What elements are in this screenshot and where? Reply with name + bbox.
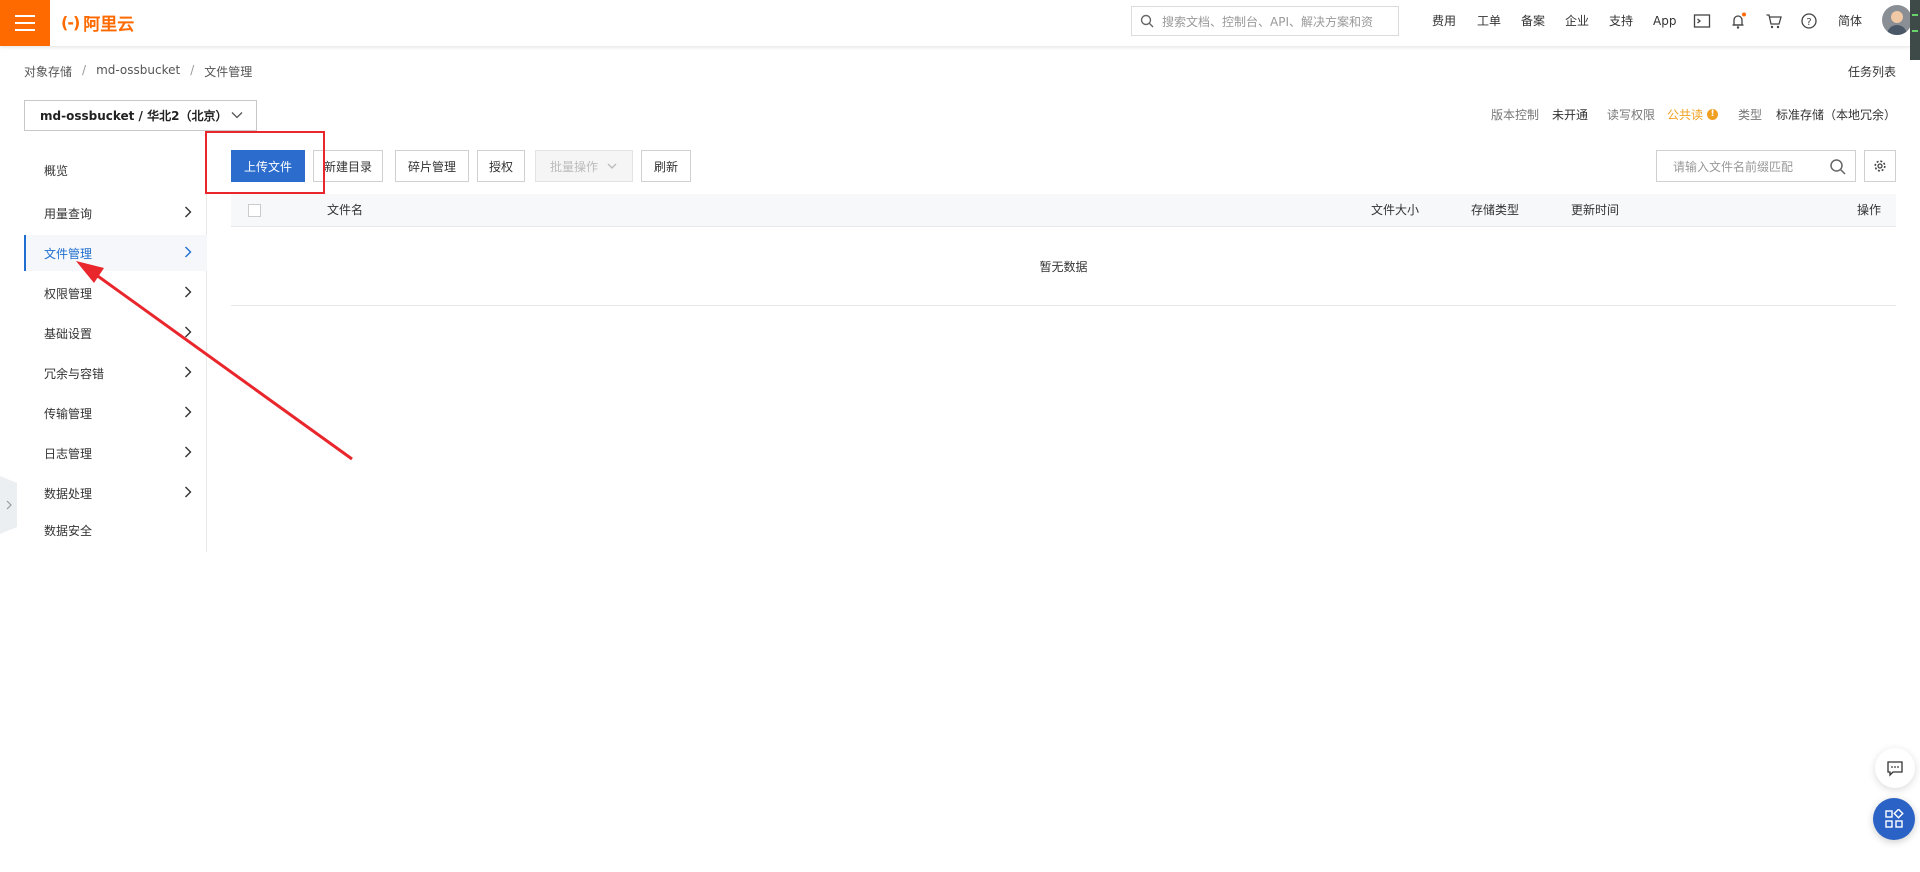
chevron-right-icon: [185, 286, 192, 298]
sidebar-item-data-processing[interactable]: 数据处理: [24, 475, 207, 511]
sidebar-item-redundancy[interactable]: 冗余与容错: [24, 355, 207, 391]
breadcrumb-bucket[interactable]: md-ossbucket: [96, 63, 180, 80]
app-grid-icon: [1885, 809, 1904, 828]
sidebar-item-label: 用量查询: [44, 206, 93, 221]
nav-app[interactable]: App: [1653, 0, 1676, 46]
chevron-right-icon: [185, 246, 192, 258]
sidebar-item-basic-settings[interactable]: 基础设置: [24, 315, 207, 351]
chat-icon: [1887, 761, 1903, 777]
global-search-placeholder: 搜索文档、控制台、API、解决方案和资: [1162, 14, 1373, 29]
column-header-updated-time[interactable]: 更新时间: [1571, 194, 1619, 227]
sidebar-collapse-toggle[interactable]: [0, 476, 17, 534]
sidebar-item-label: 概览: [44, 163, 69, 178]
terminal-icon[interactable]: [1693, 12, 1711, 30]
sidebar-item-overview[interactable]: 概览: [24, 152, 207, 188]
column-header-size[interactable]: 文件大小: [1371, 194, 1419, 227]
empty-state-text: 暂无数据: [1039, 259, 1088, 274]
avatar[interactable]: [1882, 5, 1912, 35]
menu-icon[interactable]: [0, 0, 50, 46]
column-header-filename[interactable]: 文件名: [327, 194, 363, 227]
upload-file-button[interactable]: 上传文件: [231, 150, 305, 182]
sidebar-item-label: 数据安全: [44, 523, 93, 538]
chevron-right-icon: [185, 366, 192, 378]
gear-icon: [1874, 160, 1886, 172]
breadcrumb-current: 文件管理: [204, 65, 253, 79]
sidebar-item-label: 冗余与容错: [44, 366, 105, 381]
storage-type-label: 类型: [1738, 108, 1763, 122]
logo-text: 阿里云: [83, 15, 135, 35]
breadcrumb-separator: /: [190, 63, 195, 77]
version-control-value: 未开通: [1552, 108, 1589, 122]
file-table-header: 文件名 文件大小 存储类型 更新时间 操作: [231, 194, 1896, 227]
nav-ticket[interactable]: 工单: [1477, 0, 1501, 46]
chevron-right-icon: [185, 326, 192, 338]
nav-support[interactable]: 支持: [1609, 0, 1633, 46]
language-switch[interactable]: 简体: [1838, 0, 1862, 46]
acl-value: 公共读 !: [1667, 106, 1719, 123]
storage-type-value: 标准存储（本地冗余）: [1776, 108, 1897, 122]
table-settings-button[interactable]: [1864, 150, 1896, 182]
annotation-arrow: [76, 261, 353, 461]
nav-billing[interactable]: 费用: [1432, 0, 1456, 46]
sidebar-item-label: 传输管理: [44, 406, 93, 421]
acl-label: 读写权限: [1607, 108, 1656, 122]
column-header-storage-class[interactable]: 存储类型: [1471, 194, 1519, 227]
column-header-actions: 操作: [1857, 203, 1882, 217]
sidebar-item-label: 日志管理: [44, 446, 93, 461]
table-empty-state: 暂无数据: [231, 227, 1896, 306]
side-widget-strip[interactable]: [1910, 0, 1920, 60]
breadcrumb: 对象存储 / md-ossbucket / 文件管理: [24, 63, 252, 80]
sidebar-item-transfer[interactable]: 传输管理: [24, 395, 207, 431]
sidebar-item-logs[interactable]: 日志管理: [24, 435, 207, 471]
feedback-chat-button[interactable]: [1875, 748, 1915, 788]
global-search-input[interactable]: 搜索文档、控制台、API、解决方案和资: [1131, 6, 1399, 36]
sidebar-item-label: 权限管理: [44, 286, 93, 301]
sidebar-item-label: 数据处理: [44, 486, 93, 501]
sidebar-item-label: 文件管理: [44, 246, 93, 261]
task-list-link[interactable]: 任务列表: [1848, 63, 1896, 80]
version-control-label: 版本控制: [1491, 108, 1540, 122]
app-grid-button[interactable]: [1873, 798, 1915, 840]
search-icon[interactable]: [1829, 158, 1847, 176]
refresh-button[interactable]: 刷新: [641, 150, 691, 182]
aliyun-logo-mark-icon: (-): [61, 13, 80, 32]
batch-operations-dropdown[interactable]: 批量操作: [535, 150, 633, 182]
breadcrumb-oss[interactable]: 对象存储: [24, 63, 72, 80]
new-directory-button[interactable]: 新建目录: [313, 150, 383, 182]
bucket-selector-value: md-ossbucket / 华北2（北京）: [40, 109, 228, 123]
nav-enterprise[interactable]: 企业: [1565, 0, 1589, 46]
sidebar-item-file-management[interactable]: 文件管理: [24, 235, 207, 271]
file-prefix-search-input[interactable]: 请输入文件名前缀匹配: [1656, 150, 1856, 182]
breadcrumb-separator: /: [82, 63, 87, 77]
select-all-checkbox[interactable]: [248, 204, 261, 217]
sidebar-item-data-security[interactable]: 数据安全: [24, 512, 207, 548]
help-icon[interactable]: ?: [1800, 12, 1818, 30]
sidebar-item-usage[interactable]: 用量查询: [24, 195, 207, 231]
batch-operations-label: 批量操作: [549, 159, 598, 174]
cart-icon[interactable]: [1765, 12, 1783, 30]
chevron-right-icon: [6, 500, 12, 510]
chevron-right-icon: [185, 206, 192, 218]
file-search-placeholder: 请输入文件名前缀匹配: [1673, 159, 1794, 174]
fragment-management-button[interactable]: 碎片管理: [395, 150, 469, 182]
chevron-right-icon: [185, 486, 192, 498]
chevron-down-icon: [607, 163, 617, 169]
chevron-right-icon: [185, 446, 192, 458]
chevron-right-icon: [185, 406, 192, 418]
warning-icon[interactable]: !: [1707, 109, 1719, 120]
search-icon: [1140, 14, 1154, 28]
sidebar-item-label: 基础设置: [44, 326, 93, 341]
authorize-button[interactable]: 授权: [477, 150, 525, 182]
acl-value-text: 公共读: [1667, 108, 1704, 122]
svg-text:?: ?: [1806, 17, 1811, 28]
bell-icon[interactable]: [1729, 12, 1747, 30]
top-navigation-bar: (-) 阿里云 搜索文档、控制台、API、解决方案和资 费用 工单 备案 企业 …: [0, 0, 1920, 60]
bucket-selector[interactable]: md-ossbucket / 华北2（北京）: [24, 100, 257, 131]
chevron-down-icon: [231, 112, 243, 119]
aliyun-logo[interactable]: (-) 阿里云: [61, 10, 134, 35]
sidebar-item-permissions[interactable]: 权限管理: [24, 275, 207, 311]
nav-icp[interactable]: 备案: [1521, 0, 1545, 46]
